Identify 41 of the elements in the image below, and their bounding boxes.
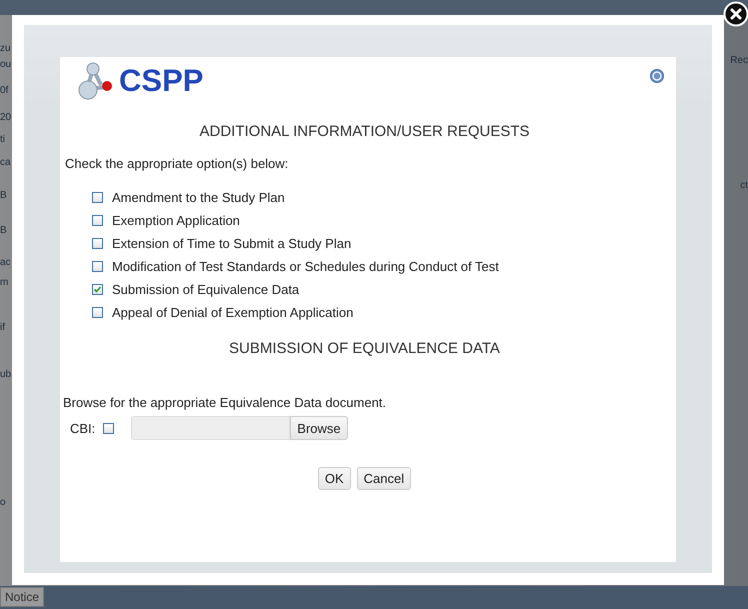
background-text: B [0,225,7,236]
logo-text: CSPP [119,63,204,99]
browse-button[interactable]: Browse [290,416,348,440]
background-text: B [0,190,7,201]
browse-prompt: Browse for the appropriate Equivalence Data document. [63,395,388,410]
checkbox[interactable] [92,284,103,294]
background-text: if [0,322,5,333]
background-text: 20 [0,112,12,123]
dialog-button[interactable]: OK [318,467,351,490]
cbi-label: CBI: [70,420,96,436]
form-heading: ADDITIONAL INFORMATION/USER REQUESTS [198,123,531,140]
option-label: Amendment to the Study Plan [112,190,285,204]
background-text: ca [0,157,11,168]
checkbox[interactable] [92,260,103,272]
checkbox[interactable] [92,238,103,248]
section-heading: SUBMISSION OF EQUIVALENCE DATA [228,340,501,357]
background-text: zu [0,43,11,54]
background-text: ct [740,180,748,191]
option-label: Exemption Application [112,212,240,228]
background-text: o [0,497,6,508]
checkbox[interactable] [92,214,103,226]
background-text: 0f [0,85,8,96]
checkbox[interactable] [92,192,103,202]
background-text: m [0,277,8,288]
option-label: Extension of Time to Submit a Study Plan [112,236,352,250]
background-text: ac [0,257,11,268]
dialog-button[interactable]: Cancel [356,467,412,490]
background-text: Rec [730,55,748,66]
background-text: ti [0,134,5,145]
checkbox[interactable] [92,306,103,318]
file-path-field[interactable] [131,416,290,440]
help-icon[interactable] [650,69,664,83]
option-label: Appeal of Denial of Exemption Application [112,304,354,320]
instruction-text: Check the appropriate option(s) below: [65,156,290,171]
molecule-icon [77,61,113,101]
notice-button[interactable]: Notice [0,587,44,607]
background-text: ou [0,59,12,70]
cbi-checkbox[interactable] [103,422,114,434]
option-label: Submission of Equivalence Data [112,282,300,296]
background-text: ub [0,369,12,380]
option-label: Modification of Test Standards or Schedules during Conduct of Test [112,258,499,274]
